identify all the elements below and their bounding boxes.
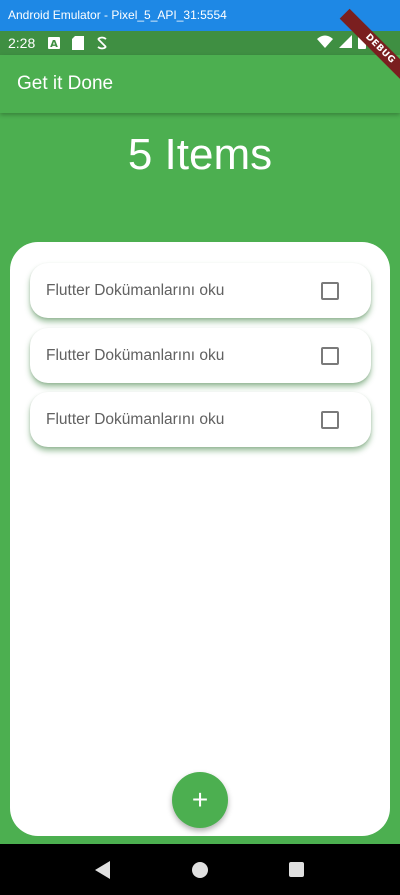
- sd-card-icon: [71, 36, 85, 50]
- signal-icon: [339, 35, 352, 51]
- todo-checkbox[interactable]: [321, 346, 339, 365]
- wifi-icon: [317, 35, 333, 51]
- back-icon[interactable]: [88, 855, 118, 885]
- svg-text:A: A: [50, 39, 58, 49]
- home-icon[interactable]: [185, 855, 215, 885]
- todo-item[interactable]: Flutter Dokümanlarını oku: [30, 263, 371, 318]
- a-notification-icon: A: [47, 36, 61, 50]
- todo-text: Flutter Dokümanlarını oku: [46, 281, 225, 299]
- todo-item[interactable]: Flutter Dokümanlarını oku: [30, 328, 371, 383]
- emulator-title: Android Emulator - Pixel_5_API_31:5554: [8, 8, 227, 22]
- system-nav-bar: [0, 844, 400, 895]
- todo-checkbox[interactable]: [321, 410, 339, 429]
- todo-text: Flutter Dokümanlarını oku: [46, 346, 225, 364]
- emulator-title-bar: Android Emulator - Pixel_5_API_31:5554: [0, 0, 400, 31]
- todo-list-sheet: Flutter Dokümanlarını oku Flutter Doküma…: [10, 242, 390, 836]
- todo-text: Flutter Dokümanlarını oku: [46, 410, 225, 428]
- app-bar: Get it Done: [0, 55, 400, 113]
- status-time: 2:28: [8, 35, 36, 51]
- sync-icon: [95, 36, 109, 50]
- items-count-title: 5 Items: [127, 130, 273, 179]
- todo-item[interactable]: Flutter Dokümanlarını oku: [30, 392, 371, 447]
- add-item-button[interactable]: +: [172, 772, 228, 828]
- todo-checkbox[interactable]: [321, 281, 339, 300]
- plus-icon: +: [191, 784, 209, 815]
- status-bar: 2:28 A: [0, 31, 400, 55]
- recents-icon[interactable]: [282, 855, 312, 885]
- app-title: Get it Done: [17, 73, 114, 94]
